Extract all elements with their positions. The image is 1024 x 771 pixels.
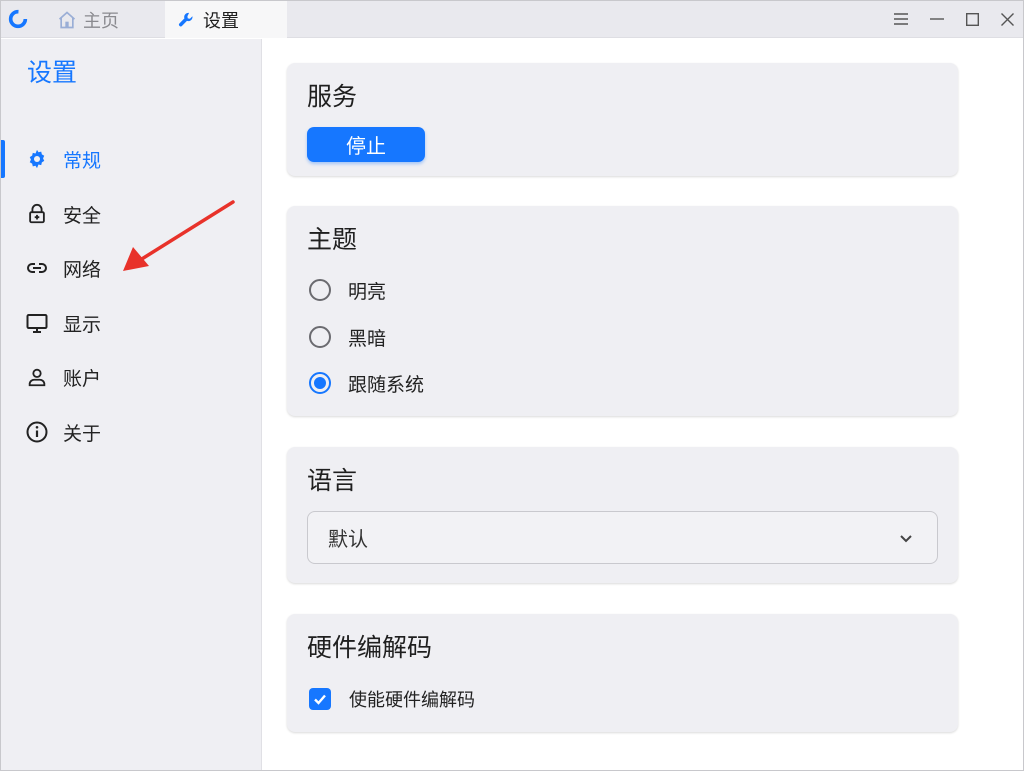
annotation-arrow-icon [123,200,235,271]
app-window: 主页 设置 设置 常规 安全 网络 显示 账户 关于 服务 停止 主题 明亮 黑… [0,0,1024,771]
tab-settings-label: 设置 [203,10,239,32]
close-icon [1000,12,1014,26]
theme-option-system[interactable]: 跟随系统 [309,368,424,398]
tab-home-label: 主页 [83,10,119,32]
language-title: 语言 [307,466,358,495]
radio-system[interactable] [309,372,331,394]
sidebar-title: 设置 [27,58,78,87]
sidebar-item-label: 常规 [63,149,102,172]
minimize-icon [930,18,944,20]
language-value: 默认 [328,527,368,551]
theme-option-label: 跟随系统 [348,373,425,396]
theme-option-light[interactable]: 明亮 [309,275,386,305]
close-button[interactable] [997,9,1017,29]
stop-service-button[interactable]: 停止 [307,127,425,162]
hamburger-icon [894,13,908,25]
sidebar-item-label: 网络 [63,258,102,281]
service-card: 服务 停止 [287,63,958,176]
wrench-icon [178,12,193,26]
sidebar-item-account[interactable]: 账户 [1,357,261,397]
sidebar-item-label: 安全 [63,204,102,227]
sidebar-item-general[interactable]: 常规 [1,139,261,179]
minimize-button[interactable] [927,9,947,29]
sidebar: 设置 常规 安全 网络 显示 账户 关于 [1,39,262,770]
sidebar-item-display[interactable]: 显示 [1,303,261,343]
theme-option-label: 明亮 [348,280,387,303]
service-title: 服务 [307,82,358,111]
app-logo-icon [8,9,28,29]
tab-settings[interactable]: 设置 [165,1,287,38]
theme-title: 主题 [307,225,358,254]
monitor-icon [25,311,49,335]
language-card: 语言 默认 [287,447,958,583]
checkmark-icon [314,694,326,705]
hwcodec-card: 硬件编解码 使能硬件编解码 [287,614,958,732]
gear-icon [25,147,49,171]
title-bar: 主页 设置 [1,1,1023,38]
theme-card: 主题 明亮 黑暗 跟随系统 [287,206,958,416]
sidebar-item-label: 关于 [63,422,102,445]
tab-home[interactable]: 主页 [45,1,165,38]
radio-dark[interactable] [309,326,331,348]
hwcodec-title: 硬件编解码 [307,633,433,662]
theme-option-label: 黑暗 [348,327,387,350]
lock-icon [25,202,49,226]
maximize-button[interactable] [962,9,982,29]
hwcodec-checkbox-label: 使能硬件编解码 [349,690,475,711]
home-icon [58,10,76,28]
chevron-down-icon [900,535,912,543]
hwcodec-checkbox[interactable] [309,688,331,710]
link-icon [25,256,49,280]
sidebar-item-about[interactable]: 关于 [1,412,261,452]
sidebar-item-label: 账户 [63,367,102,390]
hwcodec-option[interactable]: 使能硬件编解码 [309,684,475,714]
language-select[interactable]: 默认 [307,511,938,564]
radio-light[interactable] [309,279,331,301]
settings-content: 服务 停止 主题 明亮 黑暗 跟随系统 语言 默认 硬件编解码 使能硬件编解码 [263,39,1023,770]
theme-option-dark[interactable]: 黑暗 [309,322,386,352]
info-icon [25,420,49,444]
sidebar-item-label: 显示 [63,313,102,336]
user-icon [25,365,49,389]
menu-button[interactable] [891,9,911,29]
maximize-icon [965,12,979,26]
